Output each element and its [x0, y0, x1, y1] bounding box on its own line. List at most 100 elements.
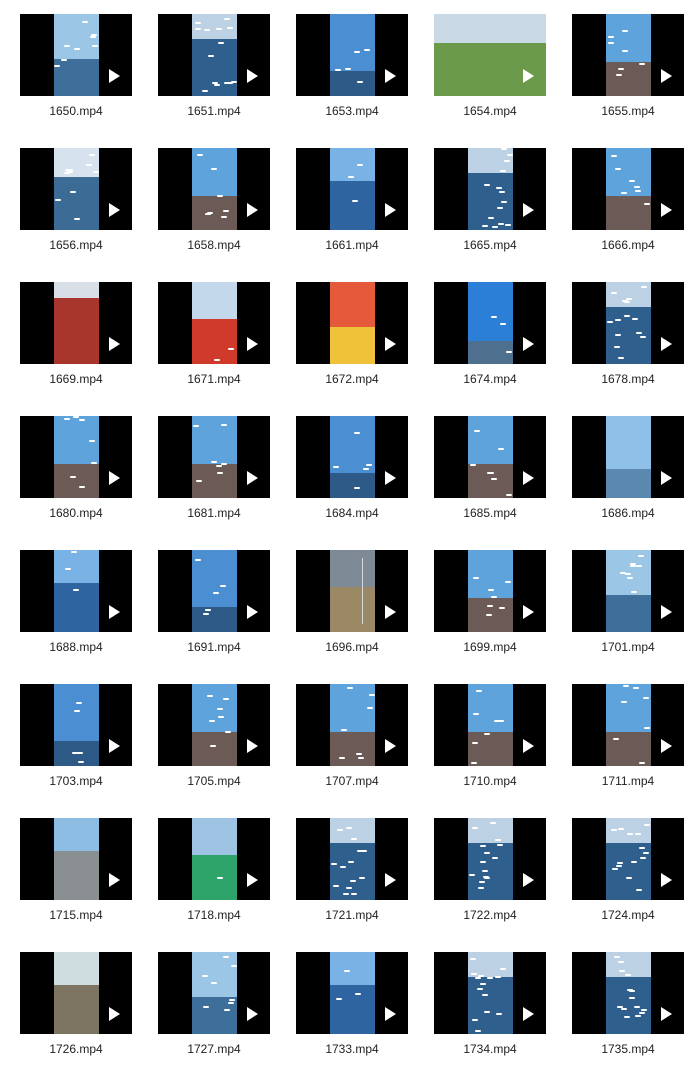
- video-thumbnail[interactable]: [20, 148, 132, 230]
- file-name[interactable]: 1685.mp4: [424, 506, 556, 520]
- file-tile[interactable]: 1722.mp4: [434, 818, 546, 942]
- file-name[interactable]: 1655.mp4: [562, 104, 694, 118]
- file-name[interactable]: 1651.mp4: [148, 104, 280, 118]
- video-thumbnail[interactable]: [20, 282, 132, 364]
- video-thumbnail[interactable]: [158, 282, 270, 364]
- video-thumbnail[interactable]: [434, 14, 546, 96]
- file-name[interactable]: 1722.mp4: [424, 908, 556, 922]
- video-thumbnail[interactable]: [296, 14, 408, 96]
- file-name[interactable]: 1705.mp4: [148, 774, 280, 788]
- file-name[interactable]: 1718.mp4: [148, 908, 280, 922]
- video-thumbnail[interactable]: [572, 818, 684, 900]
- video-thumbnail[interactable]: [20, 952, 132, 1034]
- file-tile[interactable]: 1678.mp4: [572, 282, 684, 406]
- video-thumbnail[interactable]: [20, 416, 132, 498]
- video-thumbnail[interactable]: [434, 952, 546, 1034]
- file-name[interactable]: 1735.mp4: [562, 1042, 694, 1056]
- video-thumbnail[interactable]: [434, 282, 546, 364]
- video-thumbnail[interactable]: [572, 684, 684, 766]
- file-name[interactable]: 1680.mp4: [10, 506, 142, 520]
- file-tile[interactable]: 1650.mp4: [20, 14, 132, 138]
- video-thumbnail[interactable]: [572, 148, 684, 230]
- file-name[interactable]: 1671.mp4: [148, 372, 280, 386]
- video-thumbnail[interactable]: [158, 14, 270, 96]
- file-tile[interactable]: 1718.mp4: [158, 818, 270, 942]
- file-tile[interactable]: 1654.mp4: [434, 14, 546, 138]
- video-thumbnail[interactable]: [434, 148, 546, 230]
- file-tile[interactable]: 1665.mp4: [434, 148, 546, 272]
- video-thumbnail[interactable]: [572, 416, 684, 498]
- video-thumbnail[interactable]: [158, 148, 270, 230]
- file-tile[interactable]: 1733.mp4: [296, 952, 408, 1076]
- file-tile[interactable]: 1672.mp4: [296, 282, 408, 406]
- file-tile[interactable]: 1680.mp4: [20, 416, 132, 540]
- file-name[interactable]: 1666.mp4: [562, 238, 694, 252]
- file-name[interactable]: 1691.mp4: [148, 640, 280, 654]
- video-thumbnail[interactable]: [434, 684, 546, 766]
- file-tile[interactable]: 1711.mp4: [572, 684, 684, 808]
- file-name[interactable]: 1653.mp4: [286, 104, 418, 118]
- file-name[interactable]: 1726.mp4: [10, 1042, 142, 1056]
- file-name[interactable]: 1684.mp4: [286, 506, 418, 520]
- file-tile[interactable]: 1684.mp4: [296, 416, 408, 540]
- file-tile[interactable]: 1710.mp4: [434, 684, 546, 808]
- video-thumbnail[interactable]: [296, 550, 408, 632]
- file-tile[interactable]: 1724.mp4: [572, 818, 684, 942]
- file-tile[interactable]: 1707.mp4: [296, 684, 408, 808]
- file-tile[interactable]: 1727.mp4: [158, 952, 270, 1076]
- video-thumbnail[interactable]: [158, 818, 270, 900]
- file-tile[interactable]: 1721.mp4: [296, 818, 408, 942]
- file-name[interactable]: 1688.mp4: [10, 640, 142, 654]
- video-thumbnail[interactable]: [158, 416, 270, 498]
- video-thumbnail[interactable]: [296, 148, 408, 230]
- file-name[interactable]: 1681.mp4: [148, 506, 280, 520]
- file-tile[interactable]: 1703.mp4: [20, 684, 132, 808]
- file-name[interactable]: 1715.mp4: [10, 908, 142, 922]
- file-name[interactable]: 1678.mp4: [562, 372, 694, 386]
- file-tile[interactable]: 1705.mp4: [158, 684, 270, 808]
- video-thumbnail[interactable]: [296, 952, 408, 1034]
- file-name[interactable]: 1699.mp4: [424, 640, 556, 654]
- file-tile[interactable]: 1726.mp4: [20, 952, 132, 1076]
- file-name[interactable]: 1658.mp4: [148, 238, 280, 252]
- file-name[interactable]: 1727.mp4: [148, 1042, 280, 1056]
- file-tile[interactable]: 1688.mp4: [20, 550, 132, 674]
- video-thumbnail[interactable]: [296, 282, 408, 364]
- file-tile[interactable]: 1658.mp4: [158, 148, 270, 272]
- file-name[interactable]: 1734.mp4: [424, 1042, 556, 1056]
- video-thumbnail[interactable]: [20, 550, 132, 632]
- video-thumbnail[interactable]: [20, 14, 132, 96]
- file-tile[interactable]: 1655.mp4: [572, 14, 684, 138]
- file-name[interactable]: 1710.mp4: [424, 774, 556, 788]
- file-name[interactable]: 1703.mp4: [10, 774, 142, 788]
- file-tile[interactable]: 1681.mp4: [158, 416, 270, 540]
- file-tile[interactable]: 1653.mp4: [296, 14, 408, 138]
- file-tile[interactable]: 1671.mp4: [158, 282, 270, 406]
- video-thumbnail[interactable]: [158, 550, 270, 632]
- video-thumbnail[interactable]: [434, 818, 546, 900]
- file-name[interactable]: 1674.mp4: [424, 372, 556, 386]
- video-thumbnail[interactable]: [572, 282, 684, 364]
- file-name[interactable]: 1696.mp4: [286, 640, 418, 654]
- file-tile[interactable]: 1715.mp4: [20, 818, 132, 942]
- file-name[interactable]: 1654.mp4: [424, 104, 556, 118]
- file-name[interactable]: 1701.mp4: [562, 640, 694, 654]
- file-name[interactable]: 1661.mp4: [286, 238, 418, 252]
- file-tile[interactable]: 1669.mp4: [20, 282, 132, 406]
- file-tile[interactable]: 1674.mp4: [434, 282, 546, 406]
- file-name[interactable]: 1672.mp4: [286, 372, 418, 386]
- video-thumbnail[interactable]: [296, 416, 408, 498]
- file-tile[interactable]: 1696.mp4: [296, 550, 408, 674]
- file-name[interactable]: 1724.mp4: [562, 908, 694, 922]
- video-thumbnail[interactable]: [572, 14, 684, 96]
- file-name[interactable]: 1733.mp4: [286, 1042, 418, 1056]
- file-name[interactable]: 1707.mp4: [286, 774, 418, 788]
- file-tile[interactable]: 1701.mp4: [572, 550, 684, 674]
- file-name[interactable]: 1669.mp4: [10, 372, 142, 386]
- video-thumbnail[interactable]: [434, 416, 546, 498]
- file-tile[interactable]: 1734.mp4: [434, 952, 546, 1076]
- file-tile[interactable]: 1666.mp4: [572, 148, 684, 272]
- video-thumbnail[interactable]: [572, 550, 684, 632]
- video-thumbnail[interactable]: [158, 684, 270, 766]
- file-tile[interactable]: 1699.mp4: [434, 550, 546, 674]
